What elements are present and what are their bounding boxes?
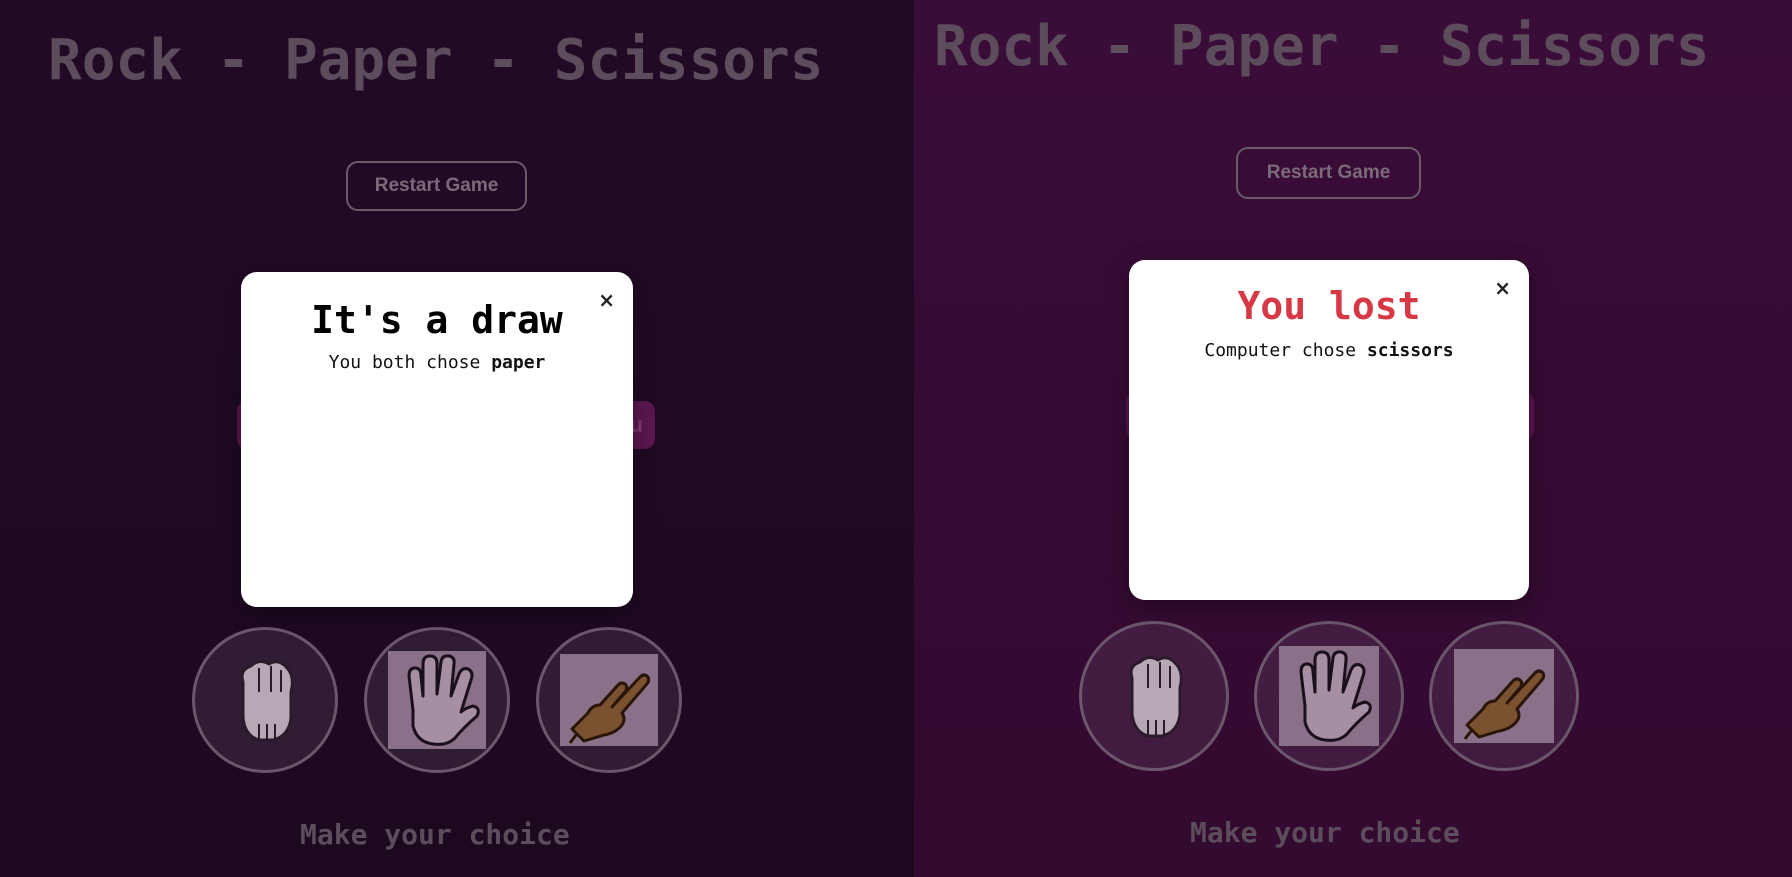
peace-sign-hand-icon (1454, 649, 1554, 743)
result-modal: × It's a draw You both chose paper (241, 272, 633, 607)
game-title: Rock - Paper - Scissors (48, 28, 824, 93)
result-message: You both chose paper (241, 352, 633, 373)
rock-choice-button[interactable] (192, 627, 338, 773)
paper-choice-button[interactable] (364, 627, 510, 773)
rock-choice-button[interactable] (1079, 621, 1229, 771)
peace-sign-hand-icon (560, 654, 658, 746)
game-title: Rock - Paper - Scissors (934, 14, 1710, 79)
result-title: It's a draw (311, 298, 563, 342)
make-choice-prompt: Make your choice (1190, 816, 1460, 849)
result-message-prefix: Computer chose (1204, 340, 1357, 361)
result-message-prefix: You both chose (328, 352, 481, 373)
restart-game-button[interactable]: Restart Game (346, 161, 527, 211)
result-message-choice: paper (491, 352, 546, 373)
open-hand-icon (388, 651, 486, 749)
restart-game-button[interactable]: Restart Game (1236, 147, 1421, 199)
fist-icon (1116, 646, 1192, 746)
right-game-panel: Rock - Paper - Scissors Restart Game u (914, 0, 1792, 877)
left-game-panel: Rock - Paper - Scissors Restart Game u M… (0, 0, 914, 877)
result-message-choice: scissors (1366, 340, 1454, 361)
paper-choice-button[interactable] (1254, 621, 1404, 771)
close-icon[interactable]: × (1494, 278, 1511, 298)
scissors-choice-button[interactable] (1429, 621, 1579, 771)
open-hand-icon (1279, 646, 1379, 746)
result-message: Computer chose scissors (1129, 340, 1529, 361)
fist-icon (227, 650, 303, 750)
result-modal: × You lost Computer chose scissors (1129, 260, 1529, 600)
make-choice-prompt: Make your choice (300, 818, 570, 851)
close-icon[interactable]: × (598, 290, 615, 310)
scissors-choice-button[interactable] (536, 627, 682, 773)
result-title: You lost (1237, 284, 1421, 328)
